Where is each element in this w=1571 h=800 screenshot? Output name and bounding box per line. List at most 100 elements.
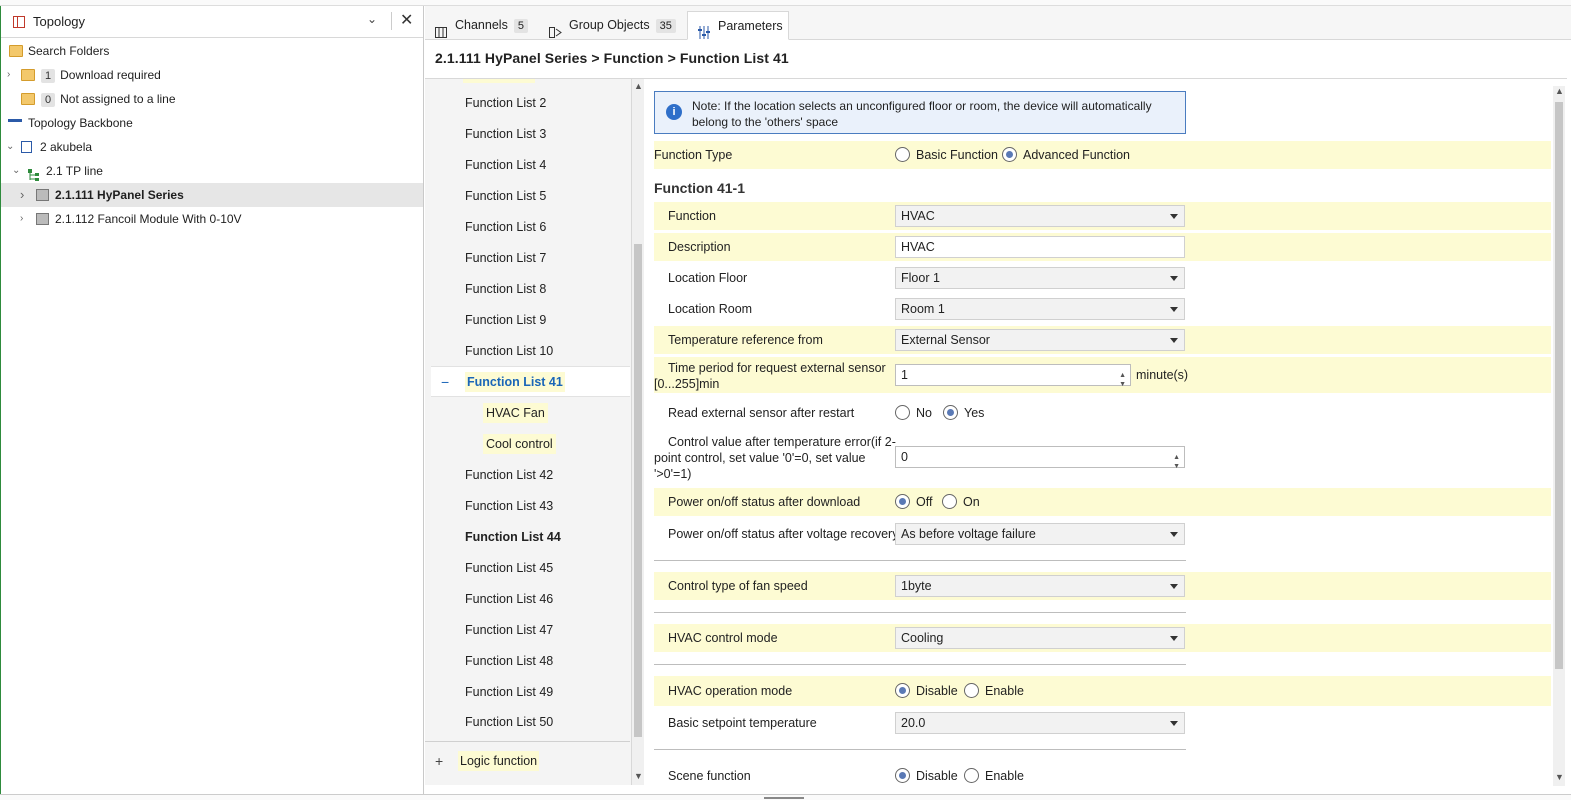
temp-reference-dropdown[interactable]: External Sensor [895, 329, 1185, 351]
chevron-down-icon[interactable]: ⌄ [367, 12, 377, 26]
param-function: Function HVAC [654, 202, 1551, 230]
power-recovery-dropdown[interactable]: As before voltage failure [895, 523, 1185, 545]
function-list-item[interactable]: Function List 7 [425, 243, 630, 274]
function-list-item[interactable]: Function List 9 [425, 305, 630, 336]
chevron-down-icon[interactable]: ⌄ [6, 135, 14, 159]
param-label: Function Type [654, 148, 733, 162]
function-sub-label: HVAC Fan [483, 403, 548, 423]
splitter-grip[interactable] [764, 797, 804, 799]
bottom-splitter[interactable] [0, 794, 1571, 800]
fan-speed-dropdown[interactable]: 1byte [895, 575, 1185, 597]
radio-scene-enable[interactable]: Enable [964, 768, 1024, 784]
backbone-icon [8, 119, 22, 129]
hvac-control-mode-dropdown[interactable]: Cooling [895, 627, 1185, 649]
param-label: Basic setpoint temperature [668, 716, 817, 730]
setpoint-dropdown[interactable]: 20.0 [895, 712, 1185, 734]
function-list-label: Function List 5 [465, 189, 547, 203]
function-list-label: Function List 44 [465, 530, 561, 544]
tree-item-not-assigned[interactable]: 0 Not assigned to a line [1, 87, 423, 111]
scrollbar-thumb[interactable] [634, 244, 642, 737]
function-list-scrollbar[interactable]: ▲ ▼ [632, 79, 644, 785]
chevron-right-icon[interactable]: › [7, 63, 10, 87]
function-list-item[interactable]: Function List 47 [425, 615, 630, 646]
expand-icon[interactable]: + [435, 742, 443, 780]
scroll-up-icon[interactable]: ▲ [1555, 86, 1564, 96]
time-period-stepper[interactable]: 1 ▲ ▼ [895, 364, 1131, 388]
function-list-item[interactable]: Function List 50 [425, 707, 630, 738]
tab-parameters[interactable]: Parameters [687, 11, 789, 40]
function-list-item[interactable]: Function List 42 [425, 460, 630, 491]
tree-item-line[interactable]: ⌄ 2.1 TP line [1, 159, 423, 183]
radio-enable[interactable]: Enable [964, 683, 1024, 699]
dropdown-arrow-icon [1170, 636, 1178, 641]
function-list-label: Function List 45 [465, 561, 554, 575]
param-label: Time period for request external sensor [668, 361, 886, 375]
function-sub-item[interactable]: HVAC Fan [425, 398, 630, 429]
function-list-item[interactable]: Function List 4 [425, 150, 630, 181]
radio-scene-disable[interactable]: Disable [895, 768, 958, 784]
radio-no[interactable]: No [895, 405, 932, 421]
param-label: Read external sensor after restart [668, 406, 855, 420]
function-list-item[interactable]: Function List 3 [425, 119, 630, 150]
tree-item-device-selected[interactable]: › 2.1.111 HyPanel Series [1, 183, 423, 207]
tree-item-device[interactable]: › 2.1.112 Fancoil Module With 0-10V [1, 207, 423, 231]
function-list-item[interactable]: Function List 10 [425, 336, 630, 367]
function-list-item[interactable]: Function List 8 [425, 274, 630, 305]
radio-basic-function[interactable]: Basic Function [895, 147, 998, 163]
tree-item-topology-backbone[interactable]: Topology Backbone [1, 111, 423, 135]
param-basic-setpoint: Basic setpoint temperature 20.0 [654, 709, 1551, 737]
function-list-label: Function List 50 [465, 715, 554, 729]
tree-item-search-folders[interactable]: Search Folders [1, 39, 423, 63]
radio-circle [895, 768, 910, 783]
tree-item-download-required[interactable]: › 1 Download required [1, 63, 423, 87]
radio-yes[interactable]: Yes [943, 405, 984, 421]
logic-function-item[interactable]: + Logic function [425, 741, 630, 779]
function-list-item[interactable]: Function List 43 [425, 491, 630, 522]
description-input[interactable]: HVAC [895, 236, 1185, 258]
parameters-scrollbar[interactable]: ▲ ▼ [1553, 86, 1565, 786]
chevron-right-icon[interactable]: › [20, 183, 24, 207]
radio-circle [895, 494, 910, 509]
param-hvac-operation-mode: HVAC operation mode Disable Enable [654, 676, 1551, 706]
scroll-up-icon[interactable]: ▲ [634, 81, 643, 91]
function-list-item[interactable]: Function List 48 [425, 646, 630, 677]
function-list-item[interactable]: Function List 2 [425, 88, 630, 119]
close-icon[interactable]: ✕ [400, 10, 413, 30]
chevron-right-icon[interactable]: › [20, 207, 23, 231]
function-list-item[interactable]: Function List 6 [425, 212, 630, 243]
param-label: Scene function [668, 769, 751, 783]
scrollbar-thumb[interactable] [1555, 102, 1563, 669]
chevron-down-icon[interactable]: ⌄ [12, 159, 20, 183]
function-list-item[interactable]: Function List 5 [425, 181, 630, 212]
function-list-item[interactable]: Function List 49 [425, 677, 630, 708]
radio-label: Basic Function [916, 148, 998, 162]
tree-item-area[interactable]: ⌄ 2 akubela [1, 135, 423, 159]
dropdown-value: Floor 1 [901, 271, 940, 285]
function-list-item-active[interactable]: − Function List 41 [431, 366, 630, 397]
param-label: HVAC control mode [668, 631, 778, 645]
scroll-down-icon[interactable]: ▼ [1555, 772, 1564, 782]
function-list-label: Function List 6 [465, 220, 547, 234]
param-label: Function [668, 209, 716, 223]
location-floor-dropdown[interactable]: Floor 1 [895, 267, 1185, 289]
topology-panel-icon [13, 16, 25, 28]
stepper-down-icon[interactable]: ▼ [1173, 457, 1180, 477]
dropdown-value: Cooling [901, 631, 944, 645]
function-dropdown[interactable]: HVAC [895, 205, 1185, 227]
radio-disable[interactable]: Disable [895, 683, 958, 699]
radio-on[interactable]: On [942, 494, 980, 510]
control-value-stepper[interactable]: 0 ▲ ▼ [895, 446, 1185, 470]
scroll-down-icon[interactable]: ▼ [634, 771, 643, 781]
radio-label: No [916, 406, 932, 420]
radio-advanced-function[interactable]: Advanced Function [1002, 147, 1130, 163]
stepper-down-icon[interactable]: ▼ [1119, 375, 1126, 395]
tab-channels[interactable]: Channels 5 [425, 11, 539, 40]
radio-off[interactable]: Off [895, 494, 932, 510]
location-room-dropdown[interactable]: Room 1 [895, 298, 1185, 320]
function-list-item[interactable]: Function List 44 [425, 522, 630, 553]
function-list-item[interactable]: Function List 45 [425, 553, 630, 584]
function-list-item[interactable]: Function List 46 [425, 584, 630, 615]
collapse-icon[interactable]: − [441, 367, 449, 398]
tab-group-objects[interactable]: Group Objects 35 [539, 11, 687, 40]
function-sub-item[interactable]: Cool control [425, 429, 630, 460]
